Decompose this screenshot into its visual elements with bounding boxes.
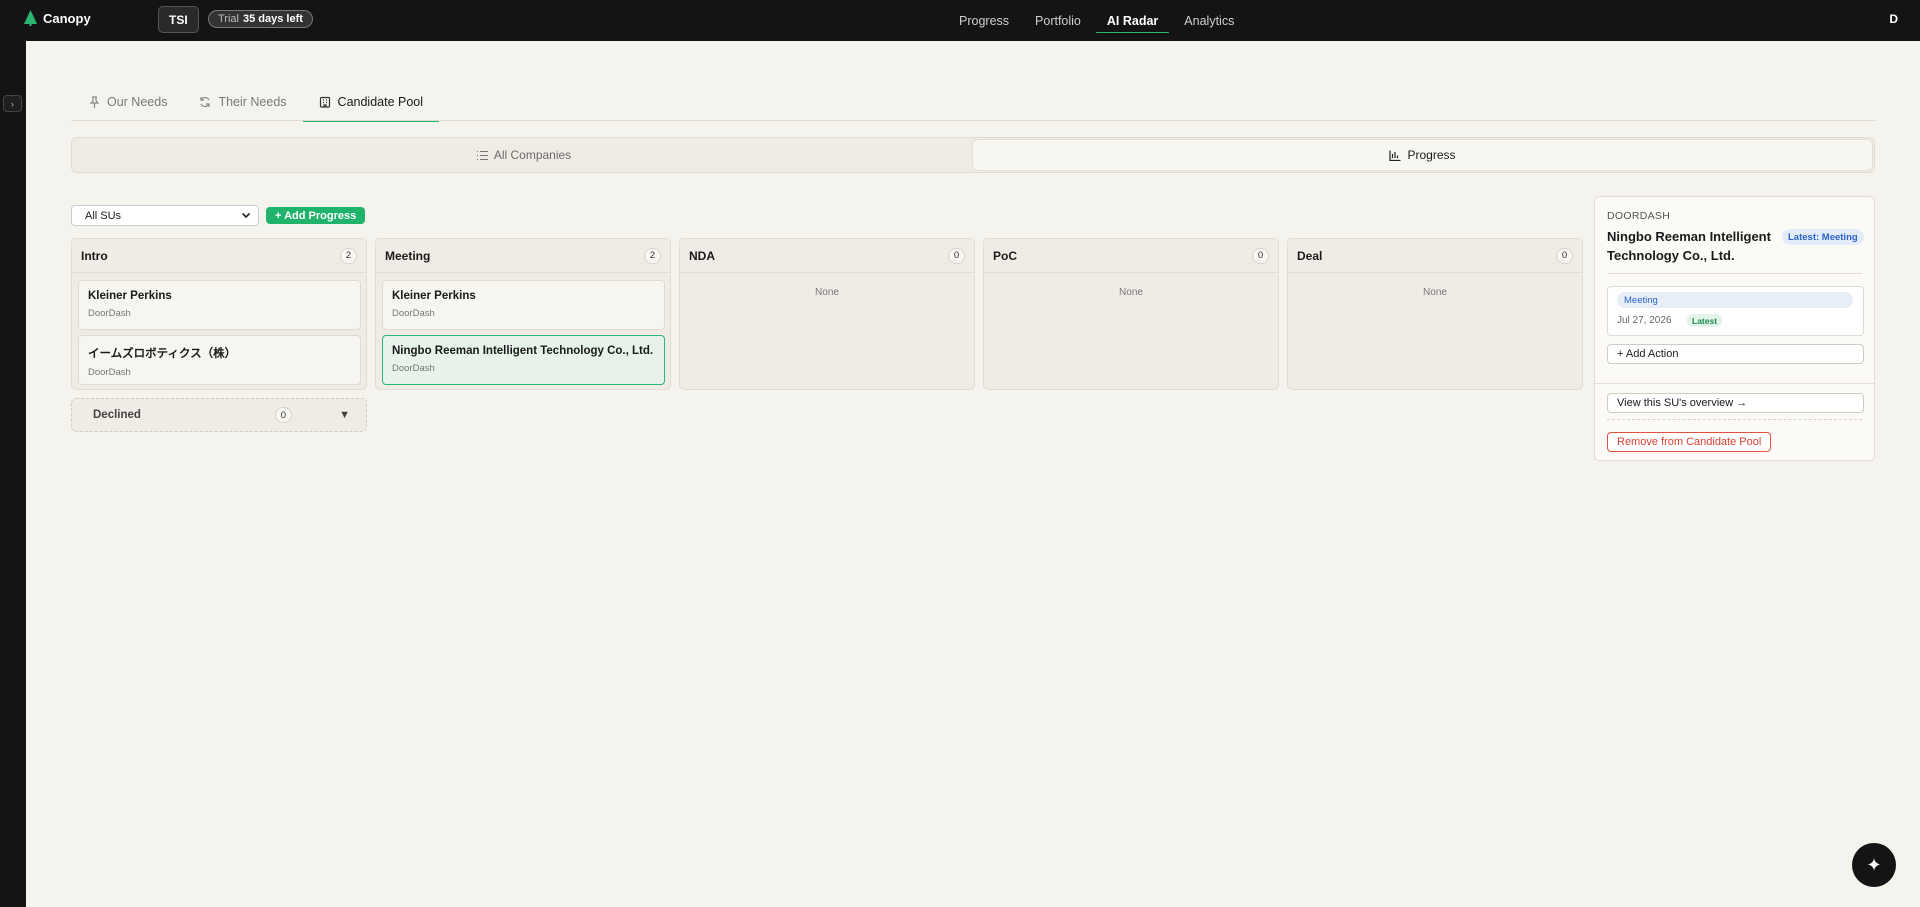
pipeline-card[interactable]: Kleiner Perkins DoorDash <box>382 280 665 330</box>
app-name: Canopy <box>43 10 91 26</box>
column-title: PoC <box>993 248 1017 263</box>
column-count: 0 <box>948 247 965 264</box>
su-filter-value: All SUs <box>85 209 122 222</box>
tab-label: Our Needs <box>107 95 168 109</box>
tab-label: Candidate Pool <box>337 95 424 109</box>
su-filter-select[interactable]: All SUs <box>71 205 259 226</box>
column-count: 2 <box>340 247 357 264</box>
column-header: PoC 0 <box>984 239 1278 273</box>
tab-our-needs[interactable]: Our Needs <box>71 83 183 121</box>
column-title: Meeting <box>385 248 431 263</box>
trial-label: Trial <box>218 13 239 25</box>
remove-from-pool-button[interactable]: Remove from Candidate Pool <box>1607 432 1772 452</box>
pipeline-card[interactable]: イームズロボティクス（株） DoorDash <box>78 335 361 385</box>
user-avatar[interactable]: D <box>1889 12 1898 26</box>
divider <box>1595 383 1874 384</box>
panel-company: DOORDASH <box>1607 210 1671 222</box>
candidate-tabs: Our Needs Their Needs Candidate Pool <box>71 83 1875 122</box>
chevron-down-icon <box>241 212 251 219</box>
column-header: Intro 2 <box>72 239 366 273</box>
tree-icon <box>24 10 37 26</box>
nav-portfolio[interactable]: Portfolio <box>1022 0 1094 41</box>
detail-panel: DOORDASH Ningbo Reeman Intelligent Techn… <box>1594 196 1875 461</box>
view-label: All Companies <box>493 148 572 162</box>
org-switcher[interactable]: TSI <box>158 6 199 33</box>
list-icon <box>476 150 488 160</box>
column-meeting: Meeting 2 Kleiner Perkins DoorDash Ningb… <box>375 238 671 390</box>
view-progress[interactable]: Progress <box>973 140 1872 170</box>
app-logo[interactable]: Canopy <box>24 10 91 26</box>
add-progress-button[interactable]: + Add Progress <box>266 207 366 224</box>
card-title: Ningbo Reeman Intelligent Technology Co.… <box>392 345 654 357</box>
column-count: 0 <box>1252 247 1269 264</box>
column-deal: Deal 0 None <box>1287 238 1583 390</box>
latest-badge: Latest <box>1687 314 1723 327</box>
column-nda: NDA 0 None <box>679 238 975 390</box>
column-header: Deal 0 <box>1288 239 1582 273</box>
pin-icon <box>89 95 100 108</box>
divider <box>1607 419 1862 420</box>
trial-days: 35 days left <box>242 13 303 25</box>
nav-analytics[interactable]: Analytics <box>1171 0 1247 41</box>
view-switch: All Companies Progress <box>71 137 1875 173</box>
refresh-icon <box>200 96 211 108</box>
column-count: 0 <box>1556 247 1573 264</box>
tab-their-needs[interactable]: Their Needs <box>183 83 302 121</box>
column-empty-text: None <box>815 287 839 298</box>
top-bar: Canopy TSI Trial 35 days left Progress P… <box>0 0 1920 41</box>
view-label: Progress <box>1407 148 1456 162</box>
action-entry[interactable]: Meeting Jul 27, 2026 Latest <box>1607 286 1864 336</box>
tab-candidate-pool[interactable]: Candidate Pool <box>302 83 440 122</box>
add-action-button[interactable]: + Add Action <box>1607 344 1864 364</box>
bar-chart-icon <box>1389 150 1401 161</box>
column-empty-text: None <box>1423 287 1447 298</box>
trial-badge[interactable]: Trial 35 days left <box>208 10 313 28</box>
pipeline-card-selected[interactable]: Ningbo Reeman Intelligent Technology Co.… <box>382 335 665 385</box>
declined-toggle[interactable]: Declined 0 ▼ <box>71 398 367 432</box>
action-stage-tag: Meeting <box>1617 292 1853 308</box>
declined-label: Declined <box>93 409 141 421</box>
column-poc: PoC 0 None <box>983 238 1279 390</box>
view-overview-button[interactable]: View this SU's overview → <box>1607 393 1864 413</box>
card-subtitle: DoorDash <box>392 308 435 319</box>
card-subtitle: DoorDash <box>88 308 131 319</box>
divider <box>1607 273 1862 274</box>
panel-startup-name: Ningbo Reeman Intelligent Technology Co.… <box>1607 229 1771 263</box>
side-rail: › <box>0 41 26 907</box>
card-subtitle: DoorDash <box>88 367 131 378</box>
tab-label: Their Needs <box>218 95 287 109</box>
pipeline-card[interactable]: Kleiner Perkins DoorDash <box>78 280 361 330</box>
column-empty-text: None <box>1119 287 1143 298</box>
caret-down-icon: ▼ <box>339 409 350 421</box>
nav-progress[interactable]: Progress <box>946 0 1022 41</box>
building-icon <box>319 96 330 108</box>
sparkle-icon: ✦ <box>1866 854 1882 875</box>
card-subtitle: DoorDash <box>392 363 435 374</box>
nav-ai-radar[interactable]: AI Radar <box>1094 0 1171 41</box>
card-title: Kleiner Perkins <box>88 290 172 302</box>
assistant-button[interactable]: ✦ <box>1852 843 1896 887</box>
latest-stage-badge: Latest: Meeting <box>1782 229 1864 245</box>
column-title: Intro <box>81 248 108 263</box>
view-all-companies[interactable]: All Companies <box>74 140 973 170</box>
declined-count: 0 <box>274 407 292 423</box>
column-title: NDA <box>689 248 715 263</box>
card-title: イームズロボティクス（株） <box>88 348 237 360</box>
column-header: NDA 0 <box>680 239 974 273</box>
sidebar-toggle-button[interactable]: › <box>3 95 22 112</box>
column-intro: Intro 2 Kleiner Perkins DoorDash イームズロボテ… <box>71 238 367 390</box>
action-date: Jul 27, 2026 <box>1617 315 1672 326</box>
card-title: Kleiner Perkins <box>392 290 476 302</box>
main-nav: Progress Portfolio AI Radar Analytics <box>946 0 1247 41</box>
column-title: Deal <box>1297 248 1323 263</box>
column-header: Meeting 2 <box>376 239 670 273</box>
column-count: 2 <box>644 247 661 264</box>
